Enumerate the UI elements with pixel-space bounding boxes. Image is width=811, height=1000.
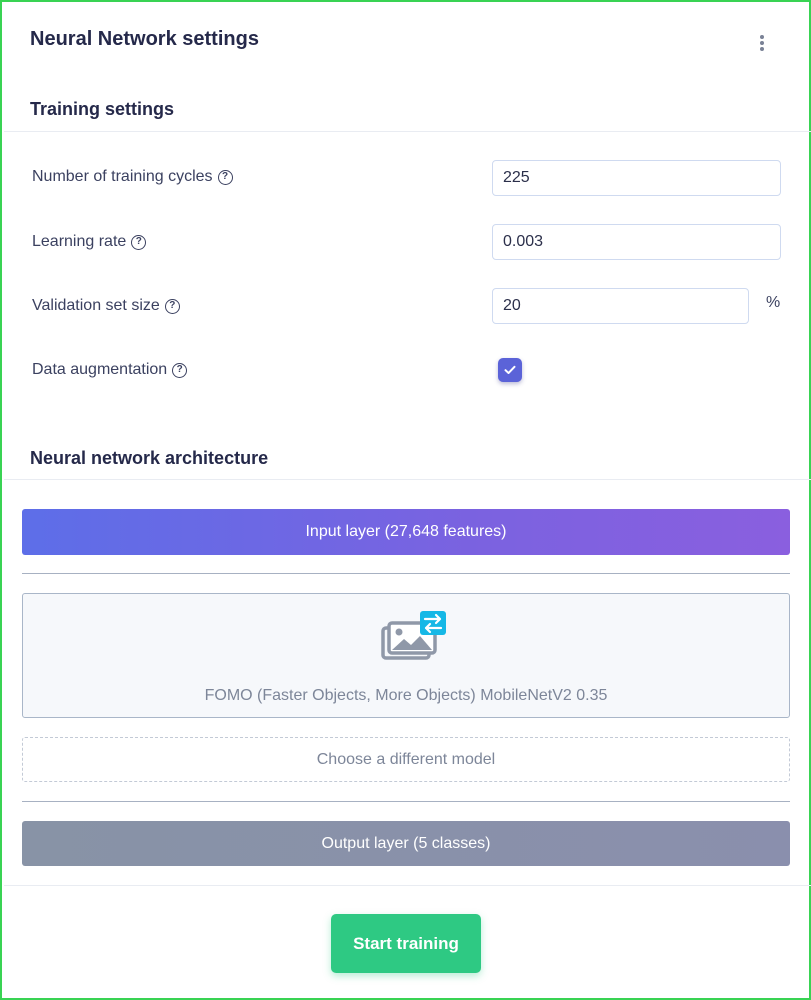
data-augmentation-label: Data augmentation ?: [32, 361, 188, 379]
architecture-title: Neural network architecture: [30, 448, 269, 468]
training-cycles-label-text: Number of training cycles: [32, 168, 213, 185]
panel-title: Neural Network settings: [30, 28, 259, 50]
training-cycles-input[interactable]: [492, 160, 781, 196]
start-training-button[interactable]: Start training: [331, 914, 481, 973]
layer-connector-line: [22, 801, 790, 802]
checkmark-icon: [504, 365, 516, 374]
output-layer-block: Output layer (5 classes): [22, 821, 790, 866]
section-divider: [4, 885, 811, 886]
section-divider: [4, 131, 811, 132]
input-layer-block: Input layer (27,648 features): [22, 509, 790, 555]
learning-rate-label: Learning rate ?: [32, 233, 147, 251]
section-divider: [4, 479, 811, 480]
model-name: FOMO (Faster Objects, More Objects) Mobi…: [204, 687, 608, 704]
help-icon[interactable]: ?: [164, 298, 180, 314]
validation-set-size-label: Validation set size ?: [32, 297, 180, 315]
neural-network-settings-panel: Neural Network settings Training setting…: [0, 0, 811, 1000]
images-swap-icon: [381, 611, 446, 660]
data-augmentation-checkbox[interactable]: [498, 358, 522, 382]
layer-connector-line: [22, 573, 790, 574]
help-icon[interactable]: ?: [172, 362, 188, 378]
training-settings-title: Training settings: [30, 99, 175, 119]
kebab-menu-icon[interactable]: [754, 32, 770, 54]
learning-rate-input[interactable]: [492, 224, 781, 260]
validation-set-size-input[interactable]: [492, 288, 749, 324]
model-block[interactable]: FOMO (Faster Objects, More Objects) Mobi…: [22, 593, 790, 718]
data-augmentation-label-text: Data augmentation: [32, 361, 168, 378]
training-cycles-label: Number of training cycles ?: [32, 168, 233, 186]
help-icon[interactable]: ?: [217, 169, 233, 185]
percent-unit: %: [766, 294, 781, 311]
validation-set-size-label-text: Validation set size: [32, 297, 160, 314]
learning-rate-label-text: Learning rate: [32, 233, 127, 250]
choose-different-model-button[interactable]: Choose a different model: [22, 737, 790, 782]
help-icon[interactable]: ?: [131, 234, 147, 250]
